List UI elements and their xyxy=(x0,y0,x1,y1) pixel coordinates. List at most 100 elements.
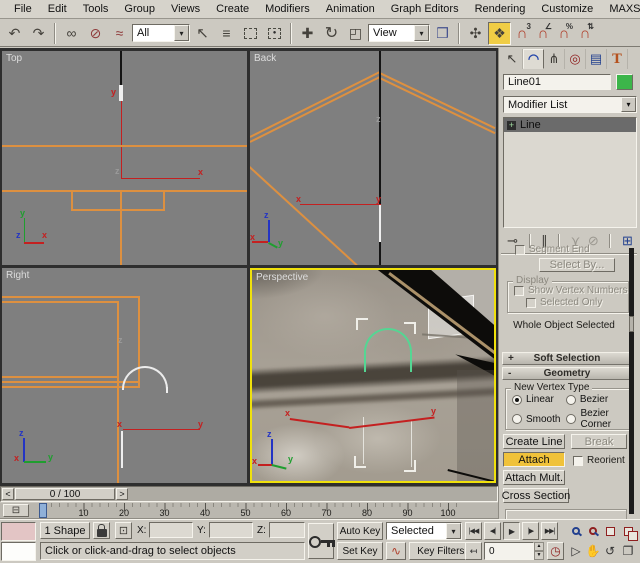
reference-coordinate-dropdown[interactable]: View ▾ xyxy=(368,24,430,42)
segment-end-checkbox[interactable]: Segment End xyxy=(515,244,590,255)
checkbox-icon[interactable] xyxy=(526,297,536,308)
previous-frame-button[interactable]: ◀| xyxy=(484,522,501,540)
attach-mult-button[interactable]: Attach Mult. xyxy=(503,470,565,485)
go-to-start-button[interactable]: |◀◀ xyxy=(465,522,482,540)
auto-key-button[interactable]: Auto Key xyxy=(337,522,383,540)
percent-snap-icon[interactable]: ∩% xyxy=(554,22,574,45)
stack-item-line[interactable]: + Line xyxy=(504,118,636,132)
expand-icon[interactable]: + xyxy=(507,120,516,130)
menu-rendering[interactable]: Rendering xyxy=(467,1,534,18)
menu-group[interactable]: Group xyxy=(116,1,163,18)
snaps-toggle-icon[interactable]: ❖ xyxy=(488,21,511,45)
frame-spinner[interactable]: ▲ ▼ xyxy=(534,542,544,560)
current-frame-marker[interactable] xyxy=(39,503,47,518)
tab-motion-icon[interactable]: ◎ xyxy=(565,49,586,69)
set-key-button[interactable]: Set Key xyxy=(337,542,383,560)
rectangular-selection-region-icon[interactable] xyxy=(239,22,262,45)
go-to-end-button[interactable]: ▶▶| xyxy=(541,522,558,540)
next-frame-arrow[interactable]: > xyxy=(116,488,128,500)
viewport-perspective-label[interactable]: Perspective xyxy=(256,272,308,283)
checkbox-icon[interactable] xyxy=(515,244,525,255)
menu-views[interactable]: Views xyxy=(163,1,208,18)
viewport-right-label[interactable]: Right xyxy=(6,270,29,281)
macro-recorder-listener[interactable] xyxy=(1,522,36,541)
zoom-icon[interactable] xyxy=(568,522,584,540)
next-frame-button[interactable]: |▶ xyxy=(522,522,539,540)
window-crossing-icon[interactable]: ● xyxy=(263,22,286,45)
break-button[interactable]: Break xyxy=(571,434,627,449)
default-tangent-icon[interactable]: ∿ xyxy=(386,542,406,560)
viewport-right[interactable]: Right z x y z x y xyxy=(2,268,247,483)
x-coordinate-field[interactable] xyxy=(149,522,193,538)
y-coordinate-field[interactable] xyxy=(209,522,253,538)
field-of-view-icon[interactable]: ▷ xyxy=(568,542,584,560)
play-button[interactable]: ▶ xyxy=(503,522,520,540)
current-frame-field[interactable]: 0 xyxy=(484,542,534,560)
undo-icon[interactable]: ↶ xyxy=(3,22,26,45)
viewport-back[interactable]: Back x y z z x y xyxy=(250,51,496,265)
radio-smooth[interactable] xyxy=(512,414,522,424)
menu-customize[interactable]: Customize xyxy=(533,1,601,18)
viewport-perspective[interactable]: x y z x y Perspective xyxy=(250,268,496,483)
attach-button[interactable]: Attach xyxy=(503,452,565,467)
selection-filter-dropdown[interactable]: All ▾ xyxy=(132,24,190,42)
pan-icon[interactable]: ✋ xyxy=(585,542,601,560)
cross-section-button[interactable]: Cross Section xyxy=(502,488,570,503)
tab-modify-icon[interactable]: ◠ xyxy=(523,49,544,69)
snap-3d-icon[interactable]: ∩ 3 xyxy=(512,22,532,45)
dropdown-arrow-icon[interactable]: ▾ xyxy=(414,25,429,41)
modifier-list-dropdown[interactable]: Modifier List ▾ xyxy=(503,96,637,113)
maxscript-listener[interactable] xyxy=(1,542,36,561)
set-keys-button[interactable] xyxy=(308,523,335,559)
unlink-selection-icon[interactable]: ⊘ xyxy=(84,22,107,45)
select-and-scale-icon[interactable]: ◰ xyxy=(344,22,367,45)
tab-hierarchy-icon[interactable]: ⋔ xyxy=(544,49,565,69)
select-by-button[interactable]: Select By... xyxy=(539,258,615,272)
time-slider-track[interactable]: < 0 / 100 > xyxy=(0,486,498,502)
menu-create[interactable]: Create xyxy=(208,1,257,18)
z-coordinate-field[interactable] xyxy=(269,522,305,538)
scrollbar-thumb[interactable] xyxy=(629,316,634,332)
angle-snap-icon[interactable]: ∩ ∠ xyxy=(533,22,553,45)
time-configuration-icon[interactable]: ◷ xyxy=(547,542,564,560)
spinner-snap-icon[interactable]: ∩ ⇅ xyxy=(575,22,595,45)
select-and-link-icon[interactable]: ∞ xyxy=(60,22,83,45)
create-line-button[interactable]: Create Line xyxy=(503,434,565,449)
select-and-move-icon[interactable]: ✚ xyxy=(296,22,319,45)
spinner-up-icon[interactable]: ▲ xyxy=(534,542,544,551)
reorient-checkbox[interactable]: Reorient xyxy=(573,455,625,466)
menu-maxscript[interactable]: MAXScript xyxy=(601,1,640,18)
dropdown-arrow-icon[interactable]: ▾ xyxy=(446,523,461,539)
radio-linear[interactable] xyxy=(512,394,522,405)
select-by-name-icon[interactable]: ≡ xyxy=(215,22,238,45)
spinner-down-icon[interactable]: ▼ xyxy=(534,551,544,560)
key-filter-scope-dropdown[interactable]: Selected ▾ xyxy=(386,522,462,540)
redo-icon[interactable]: ↷ xyxy=(27,22,50,45)
tab-create-icon[interactable]: ↖ xyxy=(502,49,523,69)
menu-edit[interactable]: Edit xyxy=(40,1,75,18)
track-bar-ruler[interactable]: 0 10 20 30 40 50 60 70 80 90 100 xyxy=(33,503,495,519)
viewport-top[interactable]: Top y x z y x z xyxy=(2,51,247,265)
checkbox-icon[interactable] xyxy=(573,455,583,466)
key-mode-toggle[interactable]: ↤ xyxy=(465,542,482,560)
object-color-swatch[interactable] xyxy=(616,74,633,90)
select-and-manipulate-icon[interactable]: ✣ xyxy=(464,22,487,45)
panel-scrollbar[interactable] xyxy=(629,248,634,514)
previous-frame-arrow[interactable]: < xyxy=(2,488,14,500)
menu-file[interactable]: File xyxy=(6,1,40,18)
time-slider-thumb[interactable]: 0 / 100 xyxy=(15,488,115,500)
soft-selection-rollout[interactable]: + Soft Selection xyxy=(502,352,632,365)
menu-animation[interactable]: Animation xyxy=(318,1,383,18)
menu-tools[interactable]: Tools xyxy=(75,1,117,18)
select-object-icon[interactable]: ↖ xyxy=(191,22,214,45)
geometry-rollout[interactable]: - Geometry xyxy=(502,367,632,380)
menu-modifiers[interactable]: Modifiers xyxy=(257,1,318,18)
viewport-back-label[interactable]: Back xyxy=(254,53,276,64)
radio-bezier-corner[interactable] xyxy=(566,414,577,424)
object-name-field[interactable]: Line01 xyxy=(503,74,611,90)
menu-graph-editors[interactable]: Graph Editors xyxy=(383,1,467,18)
arc-rotate-icon[interactable]: ↺ xyxy=(602,542,618,560)
show-vertex-numbers-checkbox[interactable]: Show Vertex Numbers xyxy=(514,285,628,296)
min-max-toggle-icon[interactable]: ❐ xyxy=(620,542,636,560)
zoom-extents-icon[interactable] xyxy=(602,522,618,540)
